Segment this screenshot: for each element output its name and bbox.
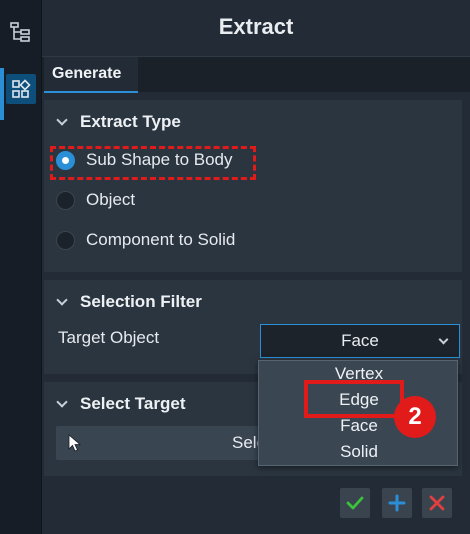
- radio-icon[interactable]: [56, 230, 75, 250]
- dropdown-item-solid[interactable]: Solid: [259, 439, 459, 465]
- target-object-label: Target Object: [58, 328, 160, 347]
- chevron-down-icon: [56, 396, 68, 408]
- extract-type-title: Extract Type: [80, 112, 181, 131]
- chevron-down-icon: [56, 294, 68, 306]
- radio-label: Component to Solid: [86, 230, 236, 249]
- action-bar: [42, 480, 470, 534]
- add-button[interactable]: [382, 488, 412, 518]
- select-target-header[interactable]: Select Target: [56, 394, 186, 414]
- cursor-icon: [68, 434, 82, 452]
- selection-filter-header[interactable]: Selection Filter: [56, 292, 202, 312]
- features-icon[interactable]: [6, 74, 36, 104]
- radio-component-to-solid[interactable]: Component to Solid: [56, 230, 235, 250]
- cancel-button[interactable]: [422, 488, 452, 518]
- extract-type-header[interactable]: Extract Type: [56, 112, 181, 132]
- chevron-down-icon: [56, 114, 68, 126]
- panel-title: Extract: [42, 0, 470, 54]
- selection-filter-title: Selection Filter: [80, 292, 202, 311]
- radio-object[interactable]: Object: [56, 190, 135, 210]
- tab-bar: Generate: [42, 56, 470, 93]
- step-badge: 2: [394, 396, 436, 438]
- target-object-value: Face: [341, 331, 379, 350]
- extract-panel: Extract Generate Extract Type Sub Shape …: [42, 0, 470, 534]
- radio-label: Object: [86, 190, 136, 209]
- close-icon: [429, 495, 445, 511]
- highlight-solid-box: [304, 380, 404, 418]
- active-indicator: [0, 68, 4, 120]
- tree-icon[interactable]: [4, 16, 36, 48]
- radio-icon[interactable]: [56, 190, 75, 210]
- target-object-select[interactable]: Face: [260, 324, 460, 358]
- side-toolbar: [0, 0, 42, 534]
- plus-icon: [388, 494, 406, 512]
- highlight-dashed-box: [50, 146, 256, 180]
- chevron-down-icon: [438, 334, 449, 345]
- select-target-title: Select Target: [80, 394, 186, 413]
- tab-generate[interactable]: Generate: [44, 57, 138, 93]
- ok-button[interactable]: [340, 488, 370, 518]
- extract-type-section: Extract Type Sub Shape to Body Object Co…: [44, 100, 462, 272]
- check-icon: [346, 496, 364, 510]
